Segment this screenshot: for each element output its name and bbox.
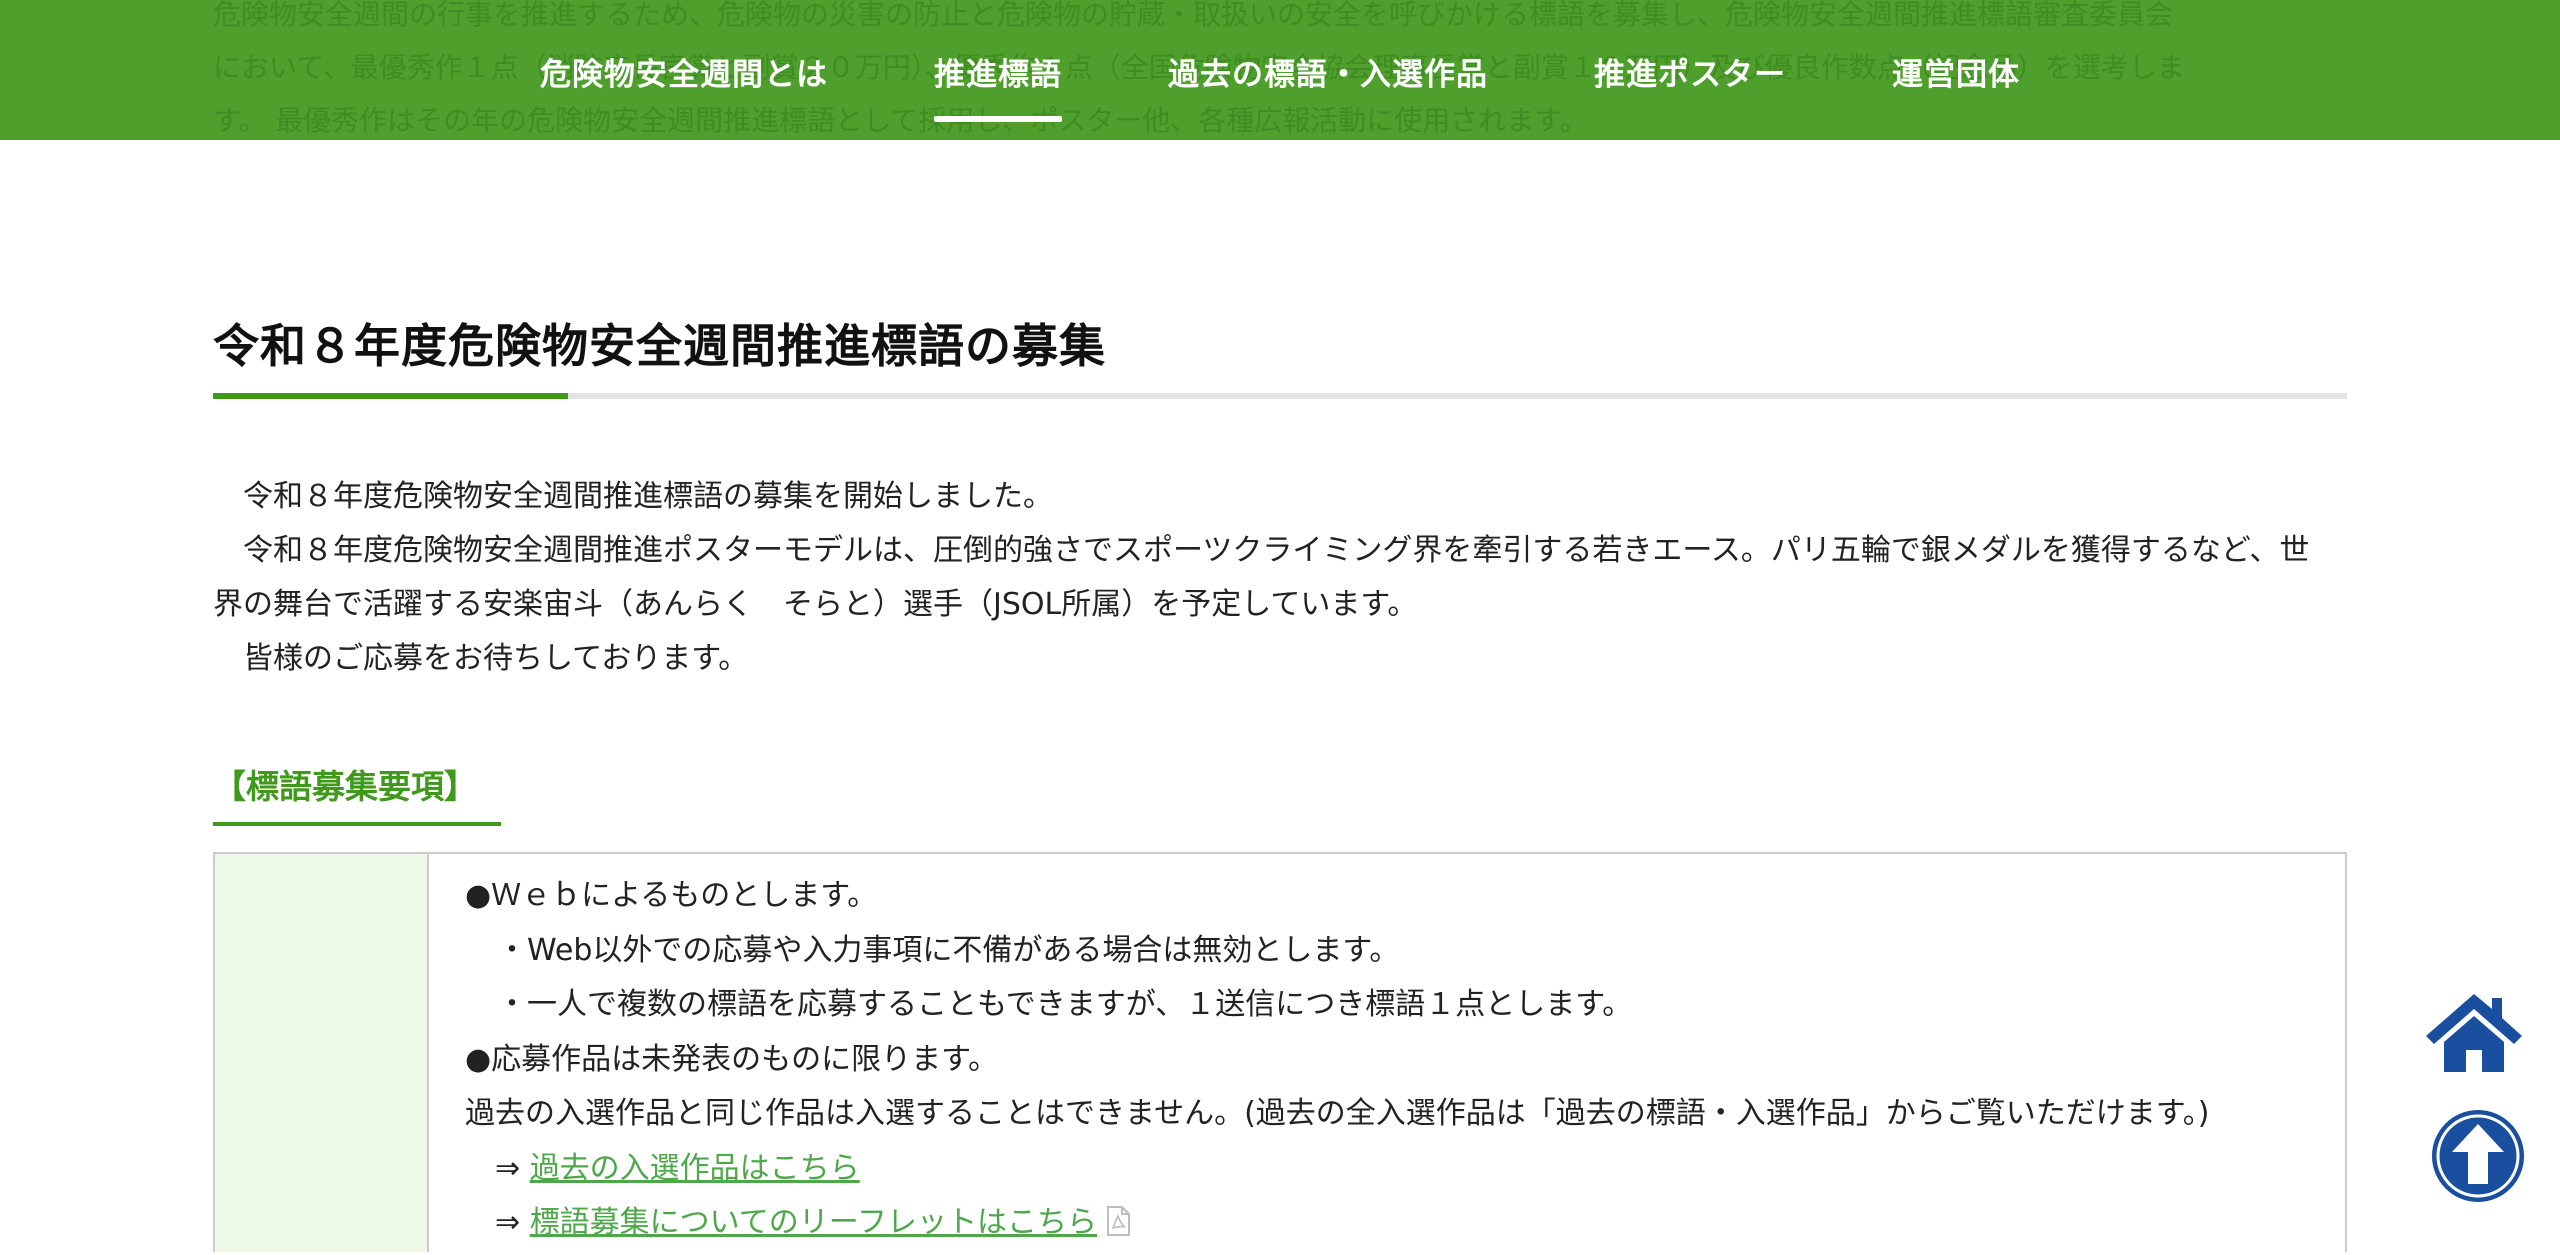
intro-paragraph: 令和８年度危険物安全週間推進標語の募集を開始しました。 (213, 479, 1053, 514)
arrow-symbol: ⇒ (495, 1150, 521, 1186)
requirements-table: ●Ｗｅｂによるものとします。 ・Web以外での応募や入力事項に不備がある場合は無… (213, 852, 2347, 1252)
requirement-line: ●Ｗｅｂによるものとします。 (465, 878, 878, 913)
link-row: ⇒ 過去の入選作品はこちら (465, 1142, 2345, 1197)
requirement-line: ・一人で複数の標語を応募することもできますが、１送信につき標語１点とします。 (497, 987, 1633, 1022)
nav-item-about[interactable]: 危険物安全週間とは (540, 0, 828, 93)
nav-item-slogan[interactable]: 推進標語 (934, 0, 1062, 122)
nav-item-poster[interactable]: 推進ポスター (1594, 0, 1786, 93)
intro-paragraph: 界の舞台で活躍する安楽宙斗（あんらく そらと）選手（JSOL所属）を予定していま… (213, 587, 1418, 622)
requirement-line: ●応募作品は未発表のものに限ります。 (465, 1041, 999, 1077)
past-winners-link[interactable]: 過去の入選作品はこちら (530, 1151, 860, 1186)
requirement-line: ・Web以外での応募や入力事項に不備がある場合は無効とします。 (497, 932, 1400, 968)
requirement-line: 過去の入選作品と同じ作品は入選することはできません。(過去の全入選作品は「過去の… (465, 1096, 2210, 1131)
link-row: ⇒ 標語募集についてのリーフレットはこちら (465, 1196, 2345, 1255)
intro-paragraph: 令和８年度危険物安全週間推進ポスターモデルは、圧倒的強さでスポーツクライミング界… (213, 533, 2310, 568)
nav-item-past-slogans[interactable]: 過去の標語・入選作品 (1168, 0, 1488, 93)
home-icon[interactable] (2424, 990, 2524, 1076)
title-underline-accent (213, 393, 568, 399)
intro-text: 令和８年度危険物安全週間推進標語の募集を開始しました。 令和８年度危険物安全週間… (213, 470, 2347, 686)
requirements-body-cell: ●Ｗｅｂによるものとします。 ・Web以外での応募や入力事項に不備がある場合は無… (429, 854, 2345, 1252)
main-nav: 危険物安全週間とは 推進標語 過去の標語・入選作品 推進ポスター 運営団体 (0, 0, 2560, 140)
title-underline (213, 393, 2347, 399)
nav-item-organizers[interactable]: 運営団体 (1892, 0, 2020, 93)
arrow-symbol: ⇒ (495, 1205, 521, 1240)
arrow-up-circle-icon[interactable] (2432, 1110, 2524, 1202)
site-header: 危険物安全週間の行事を推進するため、危険物の災害の防止と危険物の貯蔵・取扱いの安… (0, 0, 2560, 140)
requirements-label-cell (215, 854, 429, 1252)
leaflet-link[interactable]: 標語募集についてのリーフレットはこちら (530, 1205, 1097, 1240)
section-heading-requirements: 【標語募集要項】 (213, 760, 501, 826)
intro-paragraph: 皆様のご応募をお待ちしております。 (213, 641, 749, 676)
page-title: 令和８年度危険物安全週間推進標語の募集 (213, 319, 1106, 373)
pdf-icon (1105, 1200, 1131, 1255)
